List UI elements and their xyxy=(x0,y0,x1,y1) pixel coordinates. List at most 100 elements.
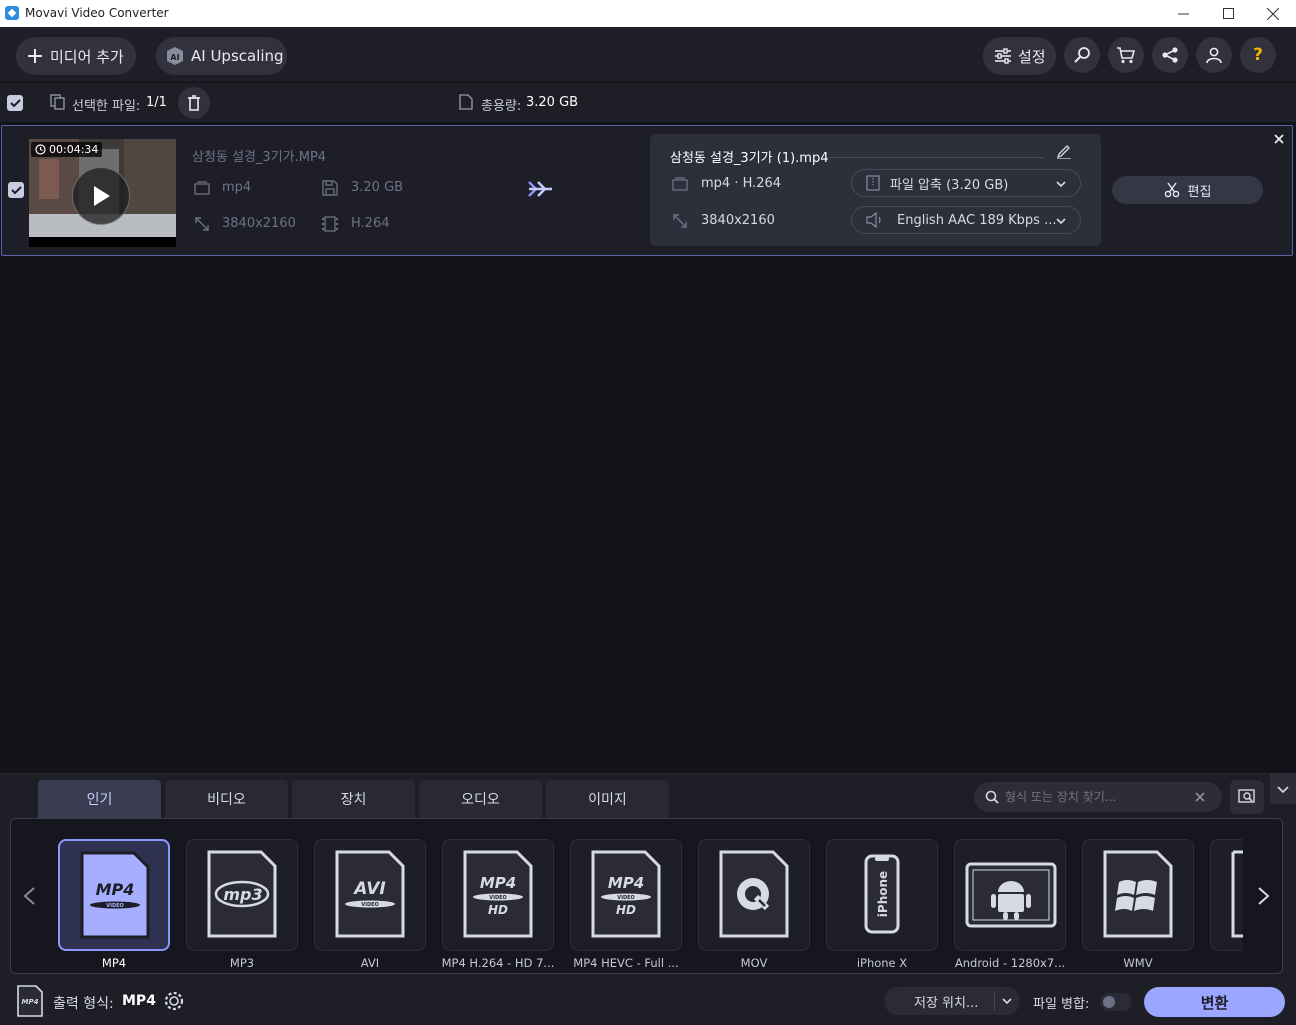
format-tile-android[interactable] xyxy=(954,839,1066,951)
clock-icon xyxy=(35,144,46,155)
format-label: MP4 H.264 - HD 7... xyxy=(441,956,555,970)
audio-track-label: English AAC 189 Kbps ... xyxy=(897,212,1057,228)
format-tile-avi[interactable]: AVI VIDEO xyxy=(314,839,426,951)
gear-icon[interactable] xyxy=(163,990,185,1012)
format-tile-partial[interactable] xyxy=(1210,839,1243,951)
account-button[interactable] xyxy=(1196,37,1232,73)
selected-files-count: 1/1 xyxy=(146,95,167,110)
save-disk-icon xyxy=(322,180,338,196)
format-tile-mp4-hevc[interactable]: MP4 VIDEO HD xyxy=(570,839,682,951)
tab-image[interactable]: 이미지 xyxy=(546,780,669,818)
file-row[interactable]: 00:04:34 삼청동 설경_3기가.MP4 mp4 3.20 GB 3840… xyxy=(1,125,1293,256)
format-tile-mp3[interactable]: mp3 xyxy=(186,839,298,951)
rename-pencil-icon[interactable] xyxy=(1056,143,1072,159)
mp4-hd-icon: MP4 VIDEO HD xyxy=(463,850,533,938)
edit-button[interactable]: 편집 xyxy=(1112,176,1263,204)
format-tile-wmv[interactable] xyxy=(1082,839,1194,951)
output-resolution: 3840x2160 xyxy=(701,213,775,228)
svg-text:HD: HD xyxy=(616,903,636,917)
format-tile-iphone-x[interactable]: iPhone xyxy=(826,839,938,951)
tab-label: 인기 xyxy=(86,792,113,808)
cart-icon xyxy=(1117,47,1136,64)
svg-text:MP4: MP4 xyxy=(608,874,644,892)
container-format-icon xyxy=(194,181,210,195)
svg-text:iPhone: iPhone xyxy=(876,871,890,917)
tab-audio[interactable]: 오디오 xyxy=(419,780,542,818)
delete-button[interactable] xyxy=(178,87,210,119)
chevron-left-icon[interactable] xyxy=(22,887,36,905)
output-name-underline xyxy=(828,157,1043,158)
speaker-icon xyxy=(866,212,881,228)
ai-chip-icon: AI xyxy=(167,47,183,65)
source-file-name: 삼청동 설경_3기가.MP4 xyxy=(192,150,327,165)
settings-button[interactable]: 설정 xyxy=(983,37,1056,75)
format-tile-mp4-h264[interactable]: MP4 VIDEO HD xyxy=(442,839,554,951)
dropdown-divider xyxy=(994,992,995,1010)
tab-devices[interactable]: 장치 xyxy=(292,780,415,818)
output-file-name[interactable]: 삼청동 설경_3기가 (1).mp4 xyxy=(670,147,829,166)
share-button[interactable] xyxy=(1152,37,1188,73)
convert-label: 변환 xyxy=(1200,993,1229,1012)
share-icon xyxy=(1162,47,1178,63)
merge-files-label: 파일 병합: xyxy=(1033,997,1090,1012)
clear-search-icon[interactable] xyxy=(1195,792,1205,802)
video-thumbnail[interactable]: 00:04:34 xyxy=(29,139,176,247)
svg-text:MP4: MP4 xyxy=(480,874,516,892)
tab-popular[interactable]: 인기 xyxy=(38,780,161,818)
audio-track-dropdown[interactable]: English AAC 189 Kbps ... xyxy=(851,206,1081,234)
format-label: Android - 1280x7... xyxy=(954,956,1066,970)
close-icon xyxy=(1267,7,1279,20)
collapse-panel-button[interactable] xyxy=(1270,774,1296,804)
format-panel: 인기 비디오 장치 오디오 이미지 MP4 VIDEO mp3 xyxy=(0,773,1296,1025)
sliders-icon xyxy=(995,48,1011,64)
search-button[interactable] xyxy=(1064,37,1100,73)
duration-badge: 00:04:34 xyxy=(31,142,103,157)
save-location-dropdown[interactable]: 저장 위치... xyxy=(884,987,1020,1015)
tab-label: 이미지 xyxy=(588,792,627,808)
source-size: 3.20 GB xyxy=(351,180,404,195)
format-label: MP4 HEVC - Full ... xyxy=(573,956,679,970)
file-checkbox[interactable] xyxy=(8,182,24,198)
avi-icon: AVI VIDEO xyxy=(335,850,405,938)
user-icon xyxy=(1206,47,1222,64)
chevron-down-icon xyxy=(1277,785,1289,793)
iphone-icon: iPhone xyxy=(864,854,900,934)
title-bar: Movavi Video Converter xyxy=(0,0,1296,27)
ai-upscaling-label: AI Upscaling xyxy=(191,47,284,65)
convert-button[interactable]: 변환 xyxy=(1144,987,1285,1017)
compression-label: 파일 압축 (3.20 GB) xyxy=(890,177,1009,193)
close-window-button[interactable] xyxy=(1250,0,1296,27)
play-button[interactable] xyxy=(72,167,130,225)
tab-video[interactable]: 비디오 xyxy=(165,780,288,818)
format-tile-mp4[interactable]: MP4 VIDEO xyxy=(58,839,170,951)
svg-text:MP4: MP4 xyxy=(22,998,39,1006)
tab-label: 장치 xyxy=(340,792,367,808)
cart-button[interactable] xyxy=(1108,37,1144,73)
device-detect-button[interactable] xyxy=(1230,780,1264,814)
windows-icon xyxy=(1103,850,1173,938)
maximize-button[interactable] xyxy=(1205,0,1251,27)
add-media-button[interactable]: 미디어 추가 xyxy=(16,37,136,75)
compression-dropdown[interactable]: 파일 압축 (3.20 GB) xyxy=(851,169,1081,197)
edit-label: 편집 xyxy=(1187,184,1212,200)
merge-files-toggle[interactable] xyxy=(1100,993,1132,1011)
format-tile-mov[interactable] xyxy=(698,839,810,951)
source-resolution: 3840x2160 xyxy=(222,216,296,231)
remove-file-icon[interactable] xyxy=(1274,134,1284,144)
output-resolution-icon xyxy=(673,214,687,228)
plus-icon xyxy=(28,49,42,63)
chevron-right-icon[interactable] xyxy=(1257,887,1271,905)
ai-upscaling-button[interactable]: AI AI Upscaling xyxy=(156,37,287,75)
toggle-knob xyxy=(1103,996,1115,1008)
format-label: MOV xyxy=(740,956,768,970)
search-icon xyxy=(985,790,999,804)
help-button[interactable]: ? xyxy=(1240,37,1276,73)
source-format: mp4 xyxy=(222,180,252,195)
format-search-box[interactable] xyxy=(974,782,1222,812)
minimize-button[interactable] xyxy=(1160,0,1206,27)
tab-label: 비디오 xyxy=(207,792,246,808)
select-all-checkbox[interactable] xyxy=(7,95,23,111)
format-search-input[interactable] xyxy=(1005,790,1190,804)
svg-text:AI: AI xyxy=(170,53,179,62)
scissors-icon xyxy=(1164,182,1179,198)
